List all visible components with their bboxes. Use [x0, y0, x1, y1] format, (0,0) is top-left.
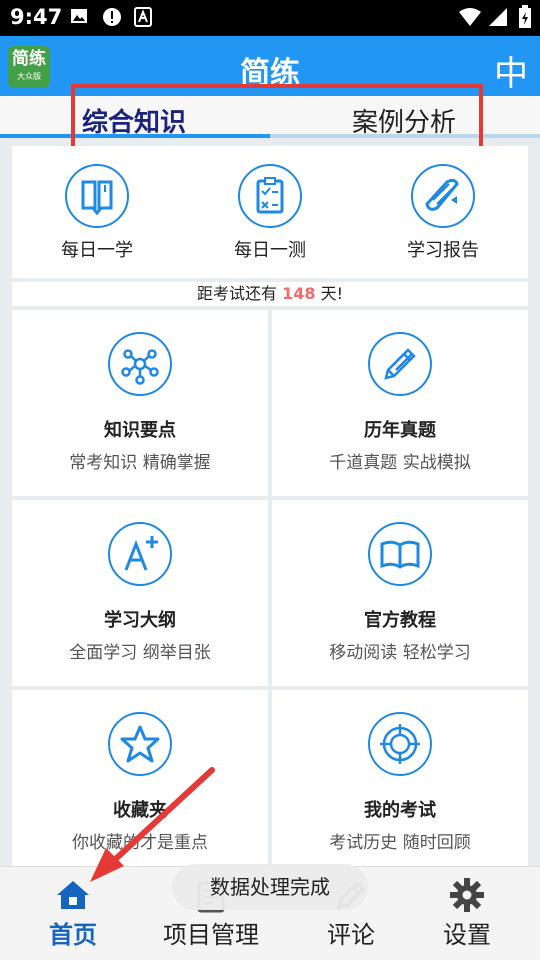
feature-official-tutorial[interactable]: 官方教程 移动阅读 轻松学习 — [272, 500, 528, 686]
battery-icon — [518, 5, 532, 33]
alert-icon — [102, 7, 122, 31]
quick-action-daily-study[interactable]: 每日一学 — [32, 164, 162, 262]
nav-settings[interactable]: 设置 — [412, 875, 522, 950]
feature-knowledge-points[interactable]: 知识要点 常考知识 精确掌握 — [12, 310, 268, 496]
feature-subtitle: 常考知识 精确掌握 — [69, 453, 211, 473]
clipboard-check-icon — [238, 164, 302, 228]
book-icon — [65, 164, 129, 228]
wifi-icon — [458, 7, 482, 31]
quick-action-label: 每日一学 — [61, 240, 133, 261]
feature-past-exams[interactable]: 历年真题 千道真题 实战模拟 — [272, 310, 528, 496]
quick-action-label: 学习报告 — [407, 240, 479, 261]
feature-subtitle: 移动阅读 轻松学习 — [329, 643, 471, 663]
quick-action-study-report[interactable]: 学习报告 — [378, 164, 508, 262]
scroll-report-icon — [411, 164, 475, 228]
language-toggle[interactable]: 中 — [494, 46, 528, 95]
countdown-suffix: 天! — [320, 284, 344, 303]
countdown-prefix: 距考试还有 — [196, 284, 277, 303]
feature-title: 历年真题 — [364, 420, 436, 441]
feature-title: 学习大纲 — [104, 610, 176, 631]
network-icon — [108, 332, 172, 396]
gear-icon — [412, 875, 522, 915]
exam-countdown: 距考试还有 148 天! — [12, 282, 528, 306]
quick-actions-card: 每日一学 每日一测 学习报告 — [12, 146, 528, 278]
feature-title: 官方教程 — [364, 610, 436, 631]
quick-action-daily-test[interactable]: 每日一测 — [205, 164, 335, 262]
a-notification-icon — [134, 7, 152, 31]
feature-subtitle: 全面学习 纲举目张 — [69, 643, 211, 663]
pencil-icon — [368, 332, 432, 396]
feature-subtitle: 考试历史 随时回顾 — [329, 833, 471, 853]
feature-title: 知识要点 — [104, 420, 176, 441]
status-bar: 9:47 — [0, 0, 540, 36]
quick-action-label: 每日一测 — [234, 240, 306, 261]
nav-label: 评论 — [327, 921, 375, 949]
a-plus-icon — [108, 522, 172, 586]
status-time: 9:47 — [10, 5, 63, 29]
feature-subtitle: 千道真题 实战模拟 — [329, 453, 471, 473]
signal-icon — [488, 7, 508, 31]
nav-label: 项目管理 — [163, 921, 259, 949]
nav-label: 设置 — [443, 921, 491, 949]
nav-label: 首页 — [49, 921, 97, 949]
annotation-arrow — [70, 762, 220, 896]
open-book-icon — [368, 522, 432, 586]
feature-study-outline[interactable]: 学习大纲 全面学习 纲举目张 — [12, 500, 268, 686]
target-icon — [368, 712, 432, 776]
feature-my-exams[interactable]: 我的考试 考试历史 随时回顾 — [272, 690, 528, 876]
countdown-days: 148 — [282, 284, 316, 303]
feature-title: 我的考试 — [364, 800, 436, 821]
image-icon — [70, 7, 88, 29]
